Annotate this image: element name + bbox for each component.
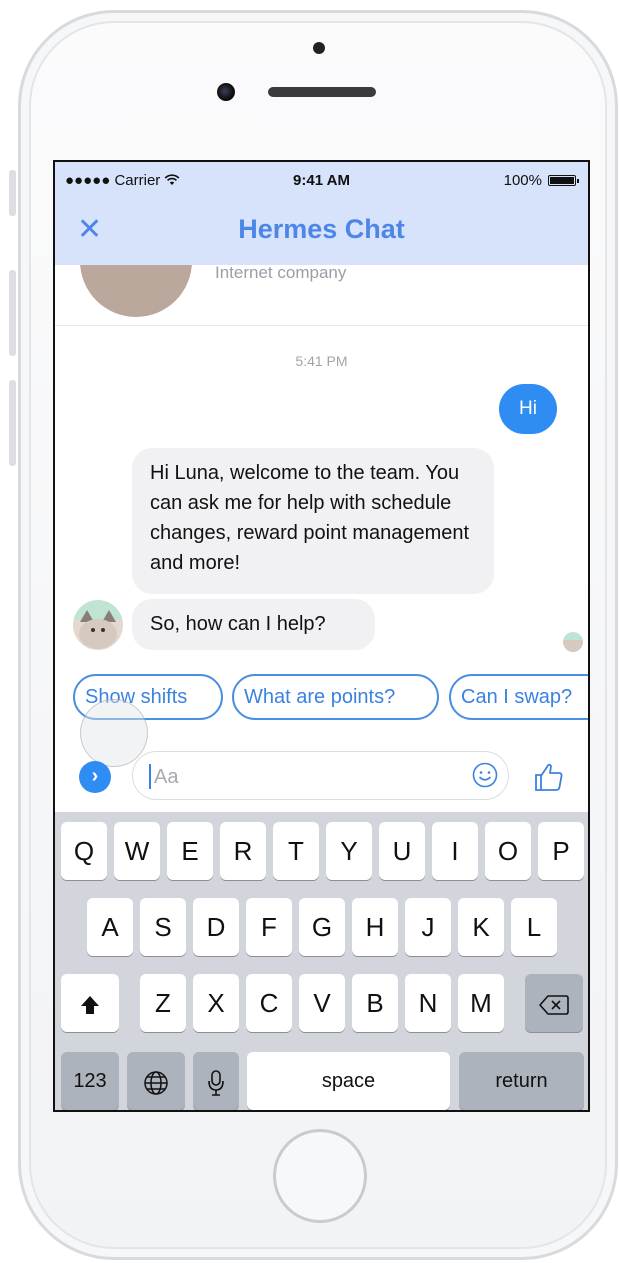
message-timestamp: 5:41 PM (295, 353, 348, 369)
touch-indicator (80, 699, 148, 767)
key-z[interactable]: Z (140, 974, 186, 1032)
text-caret (149, 764, 151, 789)
key-i[interactable]: I (432, 822, 478, 880)
outgoing-message: Hi (499, 384, 557, 434)
status-bar: ●●●●● Carrier 9:41 AM 100% (55, 162, 588, 200)
key-q[interactable]: Q (61, 822, 107, 880)
proximity-sensor (313, 42, 325, 54)
key-j[interactable]: J (405, 898, 451, 956)
message-input-placeholder: Aa (154, 766, 179, 788)
mute-switch (9, 170, 16, 216)
volume-down-button (9, 380, 16, 466)
avatar-eye-right (101, 628, 105, 632)
key-b[interactable]: B (352, 974, 398, 1032)
smiley-icon[interactable] (472, 762, 498, 788)
avatar-eye-left (91, 628, 95, 632)
quick-reply-what-are-points[interactable]: What are points? (232, 674, 439, 720)
numbers-key[interactable]: 123 (61, 1052, 119, 1110)
key-a[interactable]: A (87, 898, 133, 956)
globe-icon (144, 1071, 168, 1095)
message-input[interactable]: Aa (132, 751, 509, 800)
battery-icon (548, 175, 579, 186)
incoming-message: So, how can I help? (132, 599, 375, 650)
key-x[interactable]: X (193, 974, 239, 1032)
return-key[interactable]: return (459, 1052, 584, 1110)
space-key[interactable]: space (247, 1052, 450, 1110)
dictation-key[interactable] (193, 1052, 239, 1110)
chat-header-overlay: ✕ Hermes Chat (55, 200, 588, 265)
key-l[interactable]: L (511, 898, 557, 956)
backspace-key[interactable] (525, 974, 583, 1032)
header-divider (55, 325, 588, 326)
incoming-message: Hi Luna, welcome to the team. You can as… (132, 448, 494, 594)
front-camera (217, 83, 235, 101)
key-e[interactable]: E (167, 822, 213, 880)
key-k[interactable]: K (458, 898, 504, 956)
key-t[interactable]: T (273, 822, 319, 880)
home-button[interactable] (273, 1129, 367, 1223)
keyboard: Q W E R T Y U I O P A S D F G H J K L Z … (55, 812, 588, 1110)
quick-reply-can-i-swap[interactable]: Can I swap? (449, 674, 588, 720)
microphone-icon (208, 1070, 224, 1096)
phone-screen: ●●●●● Carrier 9:41 AM 100% ✕ Hermes Chat… (53, 160, 590, 1112)
battery-percent: 100% (503, 172, 542, 189)
key-s[interactable]: S (140, 898, 186, 956)
key-c[interactable]: C (246, 974, 292, 1032)
key-u[interactable]: U (379, 822, 425, 880)
key-v[interactable]: V (299, 974, 345, 1032)
bot-avatar (73, 600, 123, 650)
thumbs-up-icon[interactable] (532, 760, 566, 794)
key-w[interactable]: W (114, 822, 160, 880)
key-g[interactable]: G (299, 898, 345, 956)
globe-key[interactable] (127, 1052, 185, 1110)
volume-up-button (9, 270, 16, 356)
shift-key[interactable] (61, 974, 119, 1032)
key-m[interactable]: M (458, 974, 504, 1032)
expand-composer-button[interactable]: › (79, 761, 111, 793)
avatar-face (79, 619, 117, 649)
earpiece-speaker (268, 87, 376, 97)
shift-icon (81, 996, 99, 1014)
key-n[interactable]: N (405, 974, 451, 1032)
key-d[interactable]: D (193, 898, 239, 956)
key-r[interactable]: R (220, 822, 266, 880)
key-o[interactable]: O (485, 822, 531, 880)
key-y[interactable]: Y (326, 822, 372, 880)
key-h[interactable]: H (352, 898, 398, 956)
key-p[interactable]: P (538, 822, 584, 880)
backspace-icon (539, 995, 569, 1015)
profile-subtitle: Internet company (215, 263, 347, 282)
read-receipt-avatar (563, 632, 583, 652)
chat-title-text: Hermes Chat (238, 214, 405, 244)
key-f[interactable]: F (246, 898, 292, 956)
